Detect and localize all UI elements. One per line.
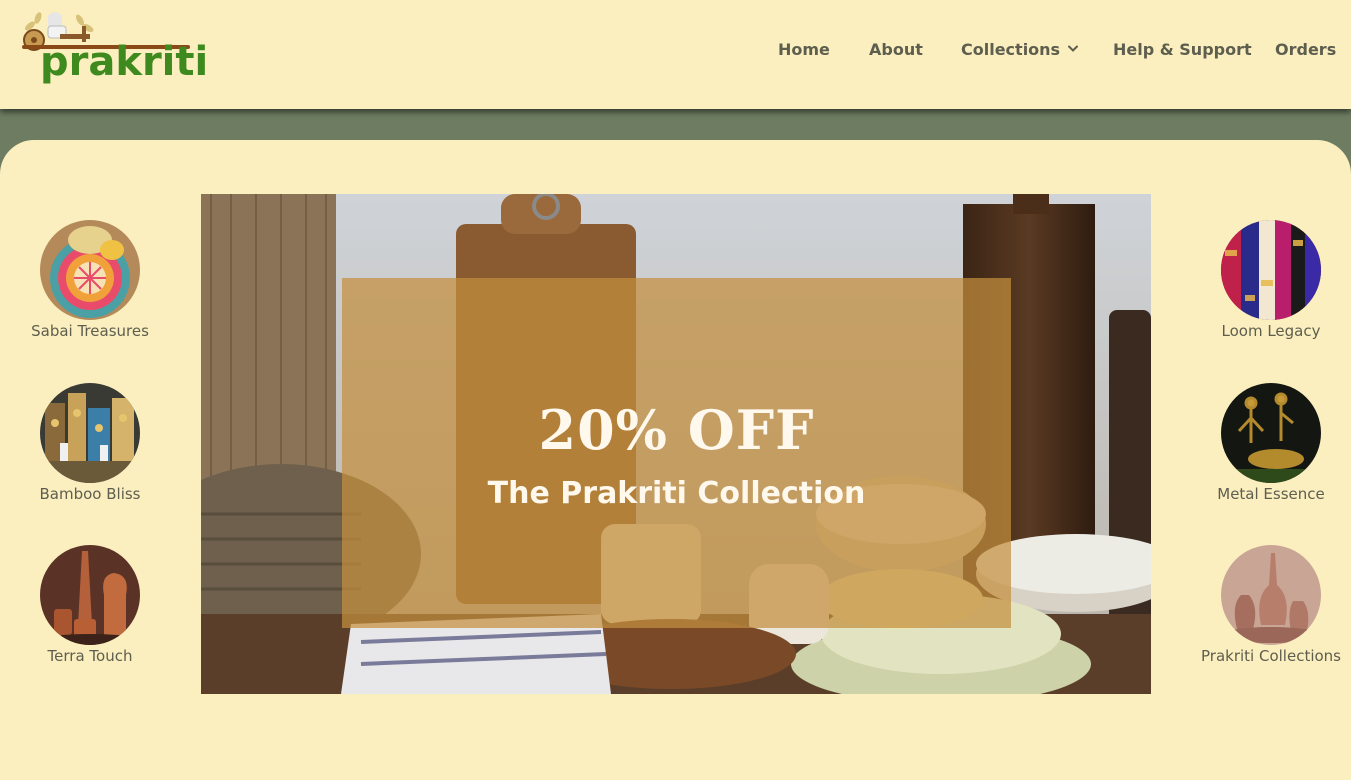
category-metal-essence[interactable]: Metal Essence — [1181, 383, 1351, 503]
category-label: Loom Legacy — [1221, 322, 1321, 340]
category-terra-touch[interactable]: Terra Touch — [0, 545, 180, 665]
nav-help-support[interactable]: Help & Support — [1113, 40, 1252, 66]
logo-wordmark: prakriti — [40, 39, 209, 85]
promo-title: 20% OFF — [538, 398, 815, 462]
nav-collections-label: Collections — [961, 40, 1061, 59]
bamboo-bliss-image — [40, 383, 140, 483]
category-label: Prakriti Collections — [1201, 647, 1341, 665]
nav-collections[interactable]: Collections — [961, 40, 1079, 66]
nav-home[interactable]: Home — [778, 40, 830, 66]
category-label: Metal Essence — [1217, 485, 1325, 503]
loom-legacy-image — [1221, 220, 1321, 320]
site-header: prakriti Home About Collections Help & S… — [0, 0, 1351, 109]
category-sabai-treasures[interactable]: Sabai Treasures — [0, 220, 180, 340]
prakriti-collections-image — [1221, 545, 1321, 645]
category-label: Sabai Treasures — [31, 322, 149, 340]
category-prakriti-collections[interactable]: Prakriti Collections — [1181, 545, 1351, 665]
category-label: Bamboo Bliss — [39, 485, 141, 503]
promo-overlay: 20% OFF The Prakriti Collection — [342, 278, 1011, 628]
category-bamboo-bliss[interactable]: Bamboo Bliss — [0, 383, 180, 503]
chevron-down-icon — [1068, 45, 1079, 52]
nav-orders[interactable]: Orders — [1275, 40, 1336, 66]
metal-essence-image — [1221, 383, 1321, 483]
terra-touch-image — [40, 545, 140, 645]
prakriti-logo[interactable]: prakriti — [18, 6, 208, 100]
nav-about[interactable]: About — [869, 40, 923, 66]
promo-banner[interactable]: 20% OFF The Prakriti Collection — [201, 194, 1151, 694]
sabai-treasures-image — [40, 220, 140, 320]
category-label: Terra Touch — [47, 647, 133, 665]
promo-subtitle: The Prakriti Collection — [487, 476, 866, 511]
category-loom-legacy[interactable]: Loom Legacy — [1181, 220, 1351, 340]
